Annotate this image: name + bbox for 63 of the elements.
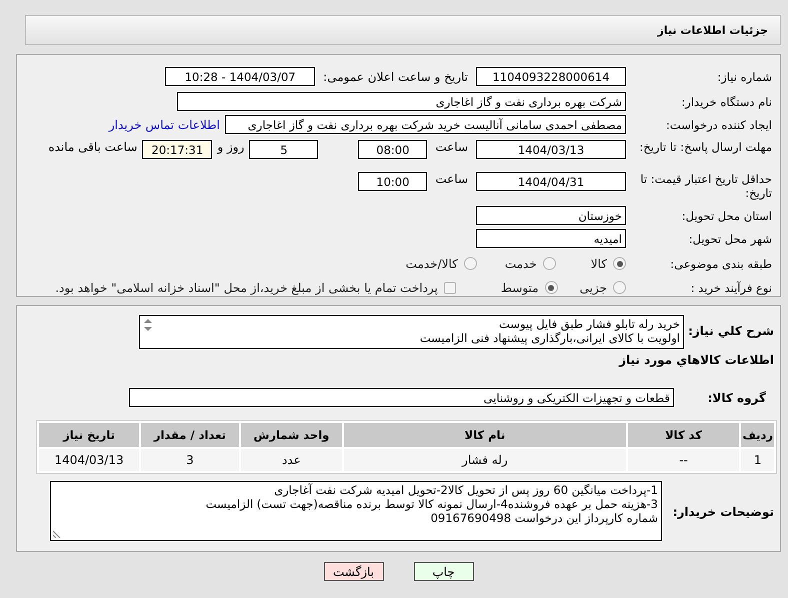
section-heading: اطلاعات كالاهاي مورد نياز <box>618 353 774 367</box>
field-label: نام دستگاه خریدار: <box>680 94 772 108</box>
time-field: 10:00 <box>358 172 428 191</box>
city-field: امیدیه <box>476 229 626 248</box>
field-label: شهر محل تحویل: <box>688 232 772 246</box>
announce-date-field: 1404/03/07 - 10:28 <box>165 67 316 86</box>
days-field: 5 <box>249 140 318 159</box>
field-label: ایجاد کننده درخواست: <box>665 118 772 132</box>
page-title: جزئیات اطلاعات نیاز <box>658 24 768 36</box>
checkbox-label: پرداخت تمام یا بخشی از مبلغ خرید،از محل "اسناد خزانه اسلامی" خواهد بود. <box>55 280 438 294</box>
column-header: تعداد / مقدار <box>141 423 239 447</box>
option-label: کالا/خدمت <box>406 256 458 270</box>
time-field: 08:00 <box>358 140 428 159</box>
creator-field: مصطفی احمدی سامانی آنالیست خرید شرکت بهره برداری نفت و گاز اغاجاری <box>225 115 626 134</box>
field-label: شماره نیاز: <box>716 70 772 84</box>
table-cell: 1404/03/13 <box>39 449 140 471</box>
field-label: حداقل تاریخ اعتبار قیمت: تا تاریخ: <box>639 172 772 200</box>
option-label: متوسط <box>500 280 539 294</box>
radio-button[interactable] <box>542 257 556 270</box>
radio-button[interactable] <box>613 281 626 294</box>
field-label: شرح کلي نياز: <box>687 324 774 338</box>
column-header: ردیف <box>741 423 774 447</box>
field-label: ساعت <box>435 172 468 186</box>
column-header: واحد شمارش <box>240 423 342 447</box>
province-field: خوزستان <box>476 206 626 225</box>
table-cell: 3 <box>141 449 239 471</box>
radio-button[interactable] <box>613 257 626 270</box>
field-label: توضیحات خریدار: <box>672 505 774 519</box>
table-cell: 1 <box>741 449 774 471</box>
column-header: کد کالا <box>628 423 740 447</box>
checkbox[interactable] <box>444 282 456 294</box>
contact-link[interactable]: اطلاعات تماس خریدار <box>108 118 220 132</box>
group-field: قطعات و تجهیزات الکتریکی و روشنایی <box>129 388 674 407</box>
resize-grip-icon[interactable] <box>53 530 61 538</box>
option-label: خدمت <box>504 256 537 270</box>
description-field: خرید رله تابلو فشار طبق فایل پیوست اولویت با کالای ایرانی،بارگذاری پیشنهاد فنی الزامیست <box>139 315 684 349</box>
back-button[interactable]: بازگشت <box>324 562 384 581</box>
radio-button[interactable] <box>464 257 477 270</box>
radio-button[interactable] <box>544 281 558 294</box>
field-label: تاریخ و ساعت اعلان عمومی: <box>323 70 468 84</box>
option-label: جزیی <box>580 280 607 294</box>
field-label: گروه کالا: <box>706 390 767 404</box>
column-header: نام کالا <box>344 423 626 447</box>
need-number-field: 1104093228000614 <box>476 67 626 86</box>
table-cell: رله فشار <box>344 449 626 471</box>
print-button[interactable]: چاپ <box>414 562 474 581</box>
date-field: 1404/03/13 <box>476 140 626 159</box>
buyer-field: شرکت بهره برداری نفت و گاز اغاجاری <box>177 92 626 111</box>
table-cell: عدد <box>240 449 342 471</box>
field-label: ساعت <box>435 140 468 154</box>
field-label: ساعت باقی مانده <box>48 140 138 154</box>
countdown-field: 20:17:31 <box>142 140 212 159</box>
date-field: 1404/04/31 <box>476 172 626 191</box>
table-cell: -- <box>628 449 740 471</box>
option-label: کالا <box>590 256 607 270</box>
field-label: نوع فرآیند خرید : <box>690 280 772 294</box>
column-header: تاریخ نیاز <box>39 423 140 447</box>
field-label: مهلت ارسال پاسخ: تا تاریخ: <box>638 140 772 154</box>
field-label: استان محل تحویل: <box>680 208 772 222</box>
field-label: طبقه بندی موضوعی: <box>669 256 772 270</box>
field-label: روز و <box>217 140 244 154</box>
scroll-arrows-icon[interactable] <box>143 318 153 332</box>
notes-field: 1-پرداخت میانگین 60 روز پس از تحویل کالا2-تحویل امیدیه شرکت نفت آغاجاری 3-هزینه حمل بر عهده فروشنده4-ارسال نمونه کالا توسط برنده مناقصه(جهت تست) الزامیست شماره کارپرداز این درخواست 09167690498 <box>50 481 662 541</box>
